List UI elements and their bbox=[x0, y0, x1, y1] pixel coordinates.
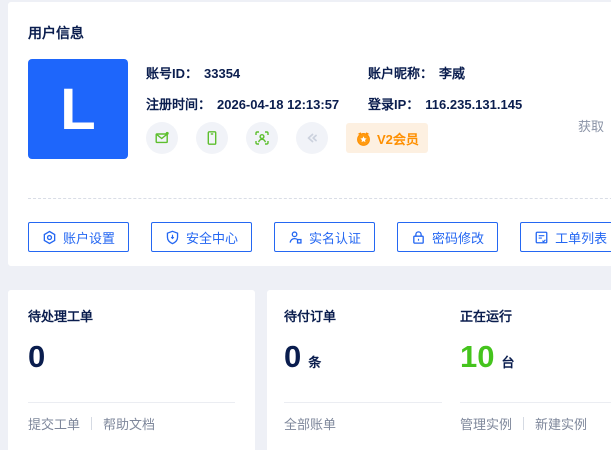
ticket-list-label: 工单列表 bbox=[555, 230, 608, 246]
security-center-button[interactable]: 安全中心 bbox=[151, 222, 253, 252]
account-actions-row: 账户设置 安全中心 实名认证 密码修改 工单列表 bbox=[28, 222, 611, 252]
manage-instances-link[interactable]: 管理实例 bbox=[460, 414, 512, 433]
share-disabled-icon bbox=[296, 122, 328, 154]
stat-divider bbox=[460, 402, 611, 403]
unpaid-orders-column: 待付订单 0 条 全部账单 bbox=[284, 308, 442, 450]
account-settings-button[interactable]: 账户设置 bbox=[28, 222, 130, 252]
unpaid-orders-value: 0 bbox=[284, 339, 302, 374]
security-center-label: 安全中心 bbox=[186, 230, 239, 246]
all-bills-link[interactable]: 全部账单 bbox=[284, 414, 336, 433]
person-icon bbox=[288, 230, 303, 245]
login-ip-field: 登录IP： 116.235.131.145 bbox=[368, 95, 611, 115]
account-id-field: 账号ID： 33354 bbox=[146, 64, 350, 84]
register-time-value: 2026-04-18 12:13:57 bbox=[217, 97, 340, 112]
unpaid-orders-links: 全部账单 bbox=[284, 414, 442, 433]
login-ip-label: 登录IP： bbox=[368, 97, 420, 112]
dashboard-page: { "user_card": { "title": "用户信息", "avata… bbox=[0, 0, 611, 450]
orders-running-card: 待付订单 0 条 全部账单 正在运行 10 台 管理实例 新建实例 bbox=[267, 290, 611, 450]
lock-icon bbox=[411, 230, 426, 245]
pending-tickets-card: 待处理工单 0 提交工单 帮助文档 bbox=[8, 290, 255, 450]
stats-row: 待处理工单 0 提交工单 帮助文档 待付订单 0 条 全部账单 正在运行 10 bbox=[8, 290, 611, 450]
running-instances-links: 管理实例 新建实例 bbox=[460, 414, 611, 433]
user-info-card: 用户信息 L 账号ID： 33354 账户昵称： 李威 注册时间： 2026-04-1… bbox=[8, 2, 611, 266]
pending-tickets-value-row: 0 bbox=[28, 338, 235, 376]
unpaid-orders-unit: 条 bbox=[308, 355, 322, 370]
running-instances-value: 10 bbox=[460, 339, 495, 374]
member-medal-icon bbox=[357, 131, 370, 146]
running-instances-unit: 台 bbox=[501, 355, 515, 370]
profile-row: L 账号ID： 33354 账户昵称： 李威 注册时间： 2026-04-18 12:… bbox=[28, 59, 611, 159]
register-time-label: 注册时间： bbox=[146, 97, 212, 112]
shield-icon bbox=[165, 230, 180, 245]
nickname-label: 账户昵称： bbox=[368, 66, 434, 81]
avatar: L bbox=[28, 59, 128, 159]
new-instance-link[interactable]: 新建实例 bbox=[535, 414, 587, 433]
user-info-title: 用户信息 bbox=[28, 25, 84, 41]
submit-ticket-link[interactable]: 提交工单 bbox=[28, 414, 80, 433]
realname-auth-label: 实名认证 bbox=[309, 230, 362, 246]
pending-tickets-title: 待处理工单 bbox=[28, 309, 94, 324]
gear-icon bbox=[42, 230, 57, 245]
ticket-list-icon bbox=[534, 230, 549, 245]
verification-badges-row: V2会员 bbox=[146, 122, 611, 154]
link-separator bbox=[523, 417, 525, 430]
running-instances-title: 正在运行 bbox=[460, 309, 513, 324]
register-time-field: 注册时间： 2026-04-18 12:13:57 bbox=[146, 95, 350, 115]
realname-verified-icon bbox=[246, 122, 278, 154]
stat-divider bbox=[28, 402, 235, 403]
member-badge: V2会员 bbox=[346, 123, 428, 153]
dashed-divider bbox=[28, 198, 611, 199]
email-verified-icon bbox=[146, 122, 178, 154]
member-badge-label: V2会员 bbox=[377, 131, 419, 147]
phone-verified-icon bbox=[196, 122, 228, 154]
account-settings-label: 账户设置 bbox=[63, 230, 116, 246]
running-instances-value-row: 10 台 bbox=[460, 338, 611, 376]
account-id-label: 账号ID： bbox=[146, 66, 199, 81]
help-docs-link[interactable]: 帮助文档 bbox=[103, 414, 155, 433]
unpaid-orders-title: 待付订单 bbox=[284, 309, 337, 324]
get-more-link[interactable]: 获取 bbox=[578, 116, 604, 135]
change-password-label: 密码修改 bbox=[432, 230, 485, 246]
login-ip-value: 116.235.131.145 bbox=[425, 97, 523, 112]
ticket-list-button[interactable]: 工单列表 bbox=[520, 222, 611, 252]
pending-tickets-links: 提交工单 帮助文档 bbox=[28, 414, 235, 433]
link-separator bbox=[91, 417, 93, 430]
realname-auth-button[interactable]: 实名认证 bbox=[274, 222, 376, 252]
nickname-value: 李威 bbox=[439, 66, 466, 81]
running-instances-column: 正在运行 10 台 管理实例 新建实例 bbox=[460, 308, 611, 450]
user-info-column: 账号ID： 33354 账户昵称： 李威 注册时间： 2026-04-18 12:13… bbox=[146, 59, 611, 159]
account-id-value: 33354 bbox=[204, 66, 241, 81]
unpaid-orders-value-row: 0 条 bbox=[284, 338, 442, 376]
user-info-grid: 账号ID： 33354 账户昵称： 李威 注册时间： 2026-04-18 12:13… bbox=[146, 64, 611, 115]
stat-divider bbox=[284, 402, 442, 403]
pending-tickets-value: 0 bbox=[28, 339, 46, 374]
nickname-field: 账户昵称： 李威 bbox=[368, 64, 611, 84]
change-password-button[interactable]: 密码修改 bbox=[397, 222, 499, 252]
